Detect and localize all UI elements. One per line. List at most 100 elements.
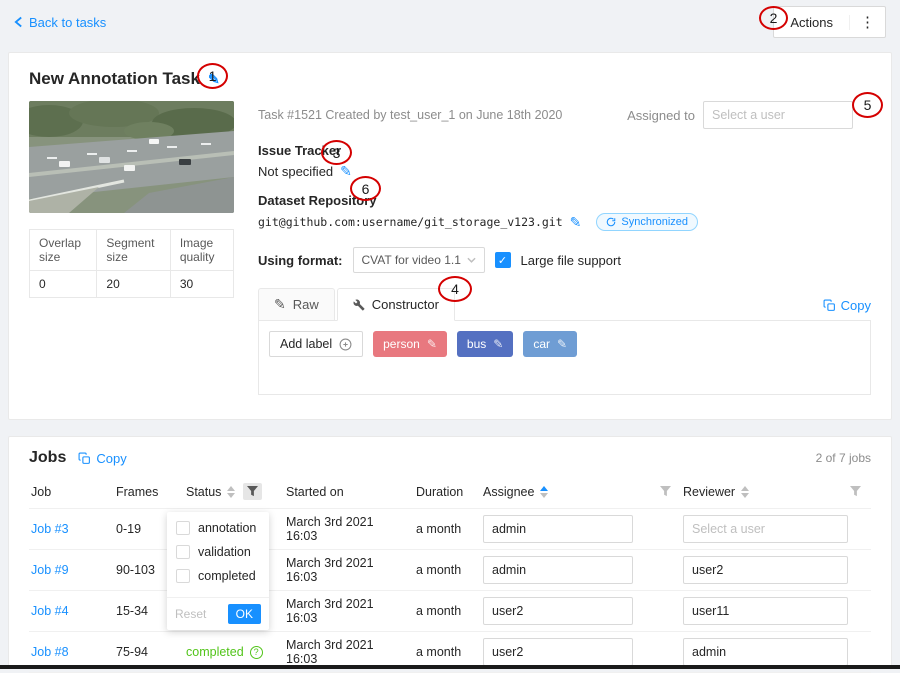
job-assignee-input[interactable] <box>483 597 633 625</box>
sync-badge-label: Synchronized <box>621 216 688 228</box>
task-details-card: New Annotation Task ✎ <box>8 52 892 420</box>
page-title: New Annotation Task <box>29 69 200 89</box>
tab-constructor[interactable]: Constructor <box>337 288 455 321</box>
param-header: Overlap size <box>30 230 97 271</box>
assignee-sorter[interactable] <box>540 486 548 498</box>
raw-tab-label: Raw <box>293 297 319 312</box>
labels-constructor-area: Add label person ✎ bus ✎ car ✎ <box>258 321 871 395</box>
raw-tab-icon: ✎ <box>274 296 286 313</box>
label-chip-name: bus <box>467 337 486 351</box>
checkbox-annotation[interactable] <box>176 521 190 535</box>
col-started-on: Started on <box>286 485 344 499</box>
param-header: Image quality <box>170 230 233 271</box>
job-frames: 90-103 <box>116 563 155 577</box>
job-status: completed ? <box>186 645 278 659</box>
filter-option-validation[interactable]: validation <box>176 545 260 559</box>
col-frames: Frames <box>116 485 158 499</box>
reviewer-filter-icon[interactable] <box>850 486 861 497</box>
edit-label-icon[interactable]: ✎ <box>427 337 437 351</box>
job-link[interactable]: Job #9 <box>31 563 69 577</box>
param-value: 30 <box>170 271 233 298</box>
filter-option-annotation[interactable]: annotation <box>176 521 260 535</box>
more-vertical-icon[interactable]: ⋮ <box>849 15 885 30</box>
label-chip-name: person <box>383 337 420 351</box>
table-row: Job #9 90-103 March 3rd 2021 16:03 a mon… <box>29 550 871 591</box>
chevron-left-icon <box>14 16 23 28</box>
edit-issue-tracker-icon[interactable]: ✎ <box>340 163 352 180</box>
copy-jobs-label: Copy <box>96 451 126 466</box>
add-label-button[interactable]: Add label <box>269 331 363 357</box>
back-label: Back to tasks <box>29 15 106 30</box>
job-reviewer-input[interactable] <box>683 556 848 584</box>
constructor-tab-label: Constructor <box>372 297 439 312</box>
status-sorter[interactable] <box>227 486 235 498</box>
task-title-row: New Annotation Task ✎ <box>29 69 871 89</box>
col-status: Status <box>186 485 221 499</box>
job-assignee-input[interactable] <box>483 515 633 543</box>
filter-option-label: completed <box>198 569 256 583</box>
edit-title-icon[interactable]: ✎ <box>208 71 220 88</box>
assignee-select-input[interactable] <box>703 101 853 129</box>
copy-icon <box>78 452 91 465</box>
assignee-filter-icon[interactable] <box>660 486 671 497</box>
job-link[interactable]: Job #4 <box>31 604 69 618</box>
sync-icon <box>606 217 616 227</box>
reviewer-sorter[interactable] <box>741 486 749 498</box>
label-chip-bus[interactable]: bus ✎ <box>457 331 513 357</box>
col-job: Job <box>31 485 51 499</box>
job-started: March 3rd 2021 16:03 <box>286 556 374 584</box>
assigned-to-label: Assigned to <box>627 108 695 123</box>
chevron-down-icon <box>467 257 476 263</box>
issue-tracker-label: Issue Tracker <box>258 143 871 158</box>
status-filter-dropdown: annotation validation completed Reset OK <box>167 512 269 630</box>
job-assignee-input[interactable] <box>483 556 633 584</box>
label-chip-person[interactable]: person ✎ <box>373 331 447 357</box>
filter-option-label: validation <box>198 545 251 559</box>
format-select[interactable]: CVAT for video 1.1 <box>353 247 485 273</box>
param-value: 0 <box>30 271 97 298</box>
sync-status-badge: Synchronized <box>596 213 698 231</box>
col-assignee: Assignee <box>483 485 534 499</box>
checkbox-completed[interactable] <box>176 569 190 583</box>
task-meta: Task #1521 Created by test_user_1 on Jun… <box>258 108 562 122</box>
job-reviewer-input[interactable] <box>683 597 848 625</box>
job-assignee-input[interactable] <box>483 638 633 666</box>
filter-reset-button[interactable]: Reset <box>175 607 206 621</box>
job-link[interactable]: Job #3 <box>31 522 69 536</box>
edit-label-icon[interactable]: ✎ <box>493 337 503 351</box>
jobs-card: Jobs Copy 2 of 7 jobs Job Frames Status … <box>8 436 892 669</box>
job-frames: 75-94 <box>116 645 148 659</box>
filter-option-completed[interactable]: completed <box>176 569 260 583</box>
topbar: Back to tasks Actions ⋮ <box>0 0 900 44</box>
param-header: Segment size <box>97 230 170 271</box>
large-file-support-checkbox[interactable]: ✓ <box>495 252 511 268</box>
tab-raw[interactable]: ✎ Raw <box>258 288 335 321</box>
job-duration: a month <box>416 522 461 536</box>
large-file-support-label: Large file support <box>521 253 621 268</box>
label-chip-car[interactable]: car ✎ <box>523 331 577 357</box>
dataset-repository-label: Dataset Repository <box>258 193 871 208</box>
col-reviewer: Reviewer <box>683 485 735 499</box>
wrench-icon <box>353 299 365 311</box>
task-preview-image <box>29 101 234 213</box>
back-to-tasks-link[interactable]: Back to tasks <box>14 15 106 30</box>
edit-label-icon[interactable]: ✎ <box>557 337 567 351</box>
filter-ok-button[interactable]: OK <box>228 604 261 624</box>
task-right-column: Task #1521 Created by test_user_1 on Jun… <box>258 101 871 395</box>
job-frames: 15-34 <box>116 604 148 618</box>
job-duration: a month <box>416 563 461 577</box>
jobs-count: 2 of 7 jobs <box>816 451 871 465</box>
job-reviewer-input[interactable] <box>683 515 848 543</box>
using-format-label: Using format: <box>258 253 343 268</box>
status-filter-icon[interactable] <box>243 483 262 500</box>
checkbox-validation[interactable] <box>176 545 190 559</box>
issue-tracker-value: Not specified <box>258 164 333 179</box>
copy-jobs-button[interactable]: Copy <box>78 451 126 466</box>
screen-bottom-edge <box>0 665 900 669</box>
actions-button[interactable]: Actions ⋮ <box>773 6 886 38</box>
copy-labels-button[interactable]: Copy <box>823 298 871 320</box>
edit-repository-icon[interactable]: ✎ <box>570 214 582 231</box>
dataset-repository-url: git@github.com:username/git_storage_v123… <box>258 215 563 229</box>
job-reviewer-input[interactable] <box>683 638 848 666</box>
job-link[interactable]: Job #8 <box>31 645 69 659</box>
